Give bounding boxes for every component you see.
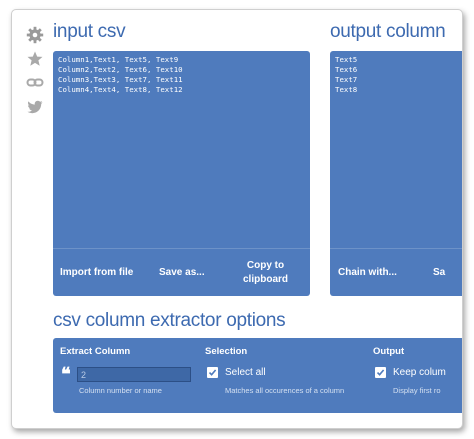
- output-title: Output: [373, 346, 405, 357]
- input-toolbar: Import from file Save as... Copy to clip…: [53, 248, 310, 296]
- copy-label-line1: Copy to: [246, 259, 285, 271]
- star-icon[interactable]: [26, 50, 44, 68]
- column-hint: Column number or name: [79, 386, 162, 395]
- copy-to-clipboard-button[interactable]: Copy to clipboard: [243, 259, 288, 287]
- input-textarea[interactable]: Column1,Text1, Text5, Text9 Column2,Text…: [53, 51, 310, 99]
- check-icon: [376, 369, 385, 376]
- twitter-icon[interactable]: [26, 98, 44, 116]
- output-textarea[interactable]: Text5 Text6 Text7 Text8: [330, 51, 462, 99]
- save-as-button[interactable]: Save as...: [159, 266, 205, 280]
- extract-column-title: Extract Column: [60, 346, 131, 357]
- select-all-checkbox[interactable]: [207, 367, 218, 378]
- input-heading: input csv: [53, 21, 126, 42]
- options-heading: csv column extractor options: [53, 310, 286, 331]
- import-from-file-button[interactable]: Import from file: [60, 266, 133, 280]
- output-panel: Text5 Text6 Text7 Text8 Chain with... Sa: [330, 51, 462, 296]
- gear-icon[interactable]: [26, 26, 44, 44]
- quote-icon: ❝: [61, 364, 71, 385]
- selection-title: Selection: [205, 346, 248, 357]
- output-heading: output column: [330, 21, 446, 42]
- link-icon[interactable]: [26, 74, 44, 92]
- keep-column-checkbox[interactable]: [375, 367, 386, 378]
- input-panel: Column1,Text1, Text5, Text9 Column2,Text…: [53, 51, 310, 296]
- output-hint: Display first ro: [393, 386, 441, 395]
- tool-rail: [26, 26, 44, 122]
- select-all-label[interactable]: Select all: [225, 367, 266, 378]
- save-as-output-button[interactable]: Sa: [433, 266, 445, 280]
- copy-label-line2: clipboard: [243, 273, 289, 285]
- app-window: input csv Column1,Text1, Text5, Text9 Co…: [11, 9, 463, 429]
- chain-with-button[interactable]: Chain with...: [338, 266, 397, 280]
- check-icon: [208, 369, 217, 376]
- keep-column-label[interactable]: Keep colum: [393, 367, 446, 378]
- selection-hint: Matches all occurences of a column: [225, 386, 345, 395]
- output-toolbar: Chain with... Sa: [330, 248, 462, 296]
- column-number-input[interactable]: [77, 367, 191, 382]
- options-panel: Extract Column ❝ Column number or name S…: [53, 338, 462, 413]
